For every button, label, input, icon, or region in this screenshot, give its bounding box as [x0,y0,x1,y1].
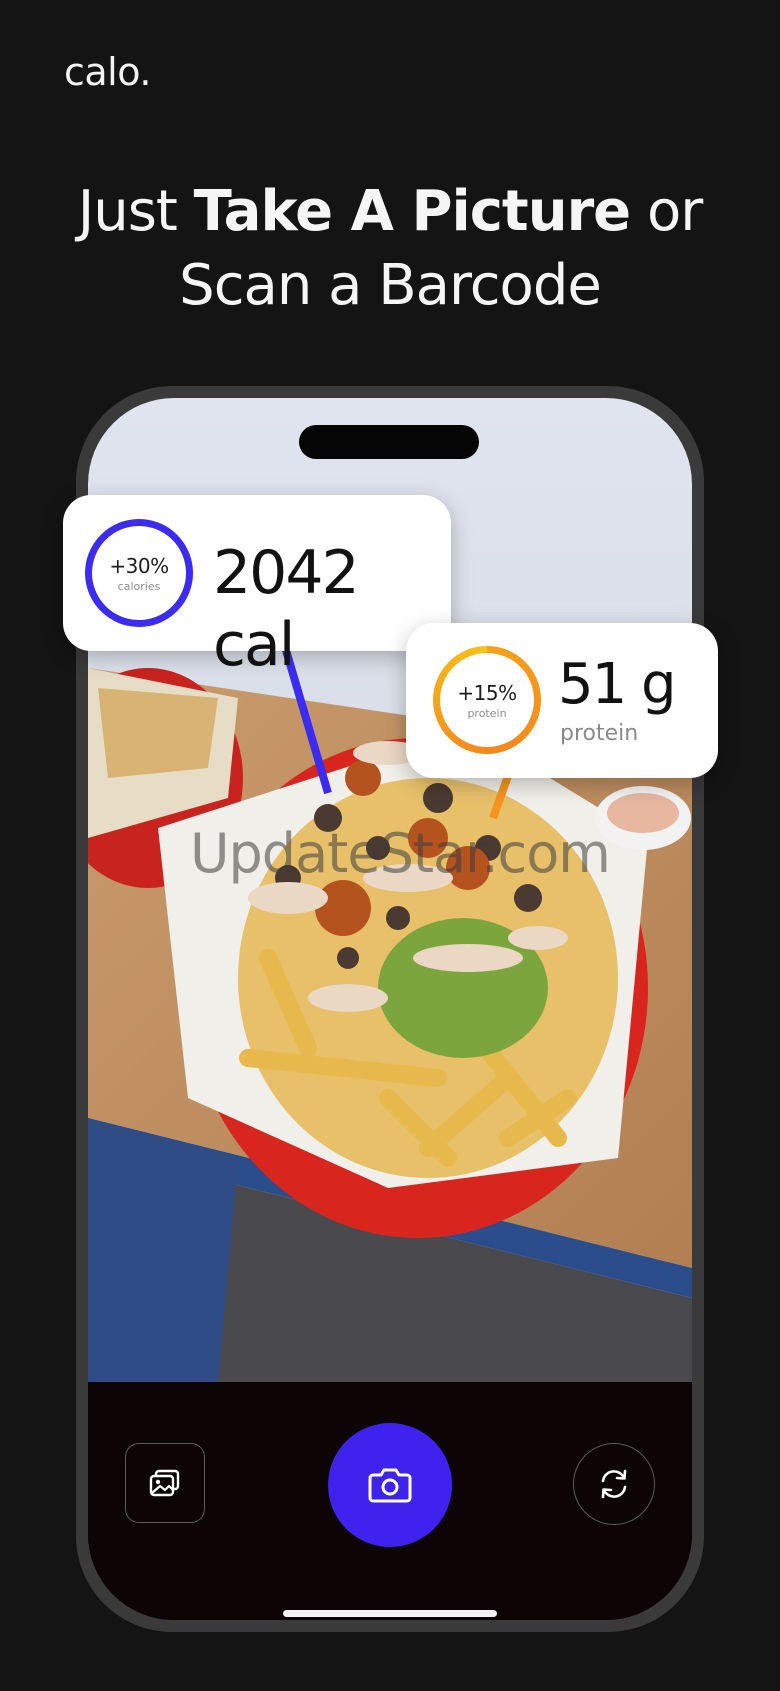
gallery-button[interactable] [125,1443,205,1523]
headline-bold-text: Take A Picture [193,179,631,244]
home-indicator[interactable] [283,1610,497,1617]
protein-percent: +15% [457,680,517,705]
calories-ring-label: calories [117,579,161,593]
brand-logo: calo. [64,50,151,94]
flip-camera-button[interactable] [573,1443,655,1525]
protein-label: protein [560,721,639,746]
camera-controls [88,1382,692,1620]
headline-text-end: or [630,179,703,244]
gallery-icon [149,1469,180,1497]
headline-line-2: Scan a Barcode [179,253,602,318]
calories-progress-ring: +30% calories [85,519,193,627]
calories-percent: +30% [109,553,169,578]
protein-card: +15% protein 51 g protein [406,623,718,778]
watermark: UpdateStar.com [190,822,611,885]
flip-camera-icon [601,1469,627,1499]
protein-ring-label: protein [467,706,507,720]
protein-progress-ring: +15% protein [433,646,541,754]
headline-text-start: Just [77,179,194,244]
shutter-button[interactable] [328,1423,452,1547]
dynamic-island [299,425,479,459]
camera-icon [368,1468,412,1503]
protein-value: 51 g [558,652,677,717]
calories-card: +30% calories 2042 cal [63,495,451,680]
page-title: Just Take A Picture or Scan a Barcode [0,175,780,323]
headline-line-1: Just Take A Picture or [0,175,780,249]
onboarding-screen: calo. Just Take A Picture or Scan a Barc… [0,0,780,1691]
